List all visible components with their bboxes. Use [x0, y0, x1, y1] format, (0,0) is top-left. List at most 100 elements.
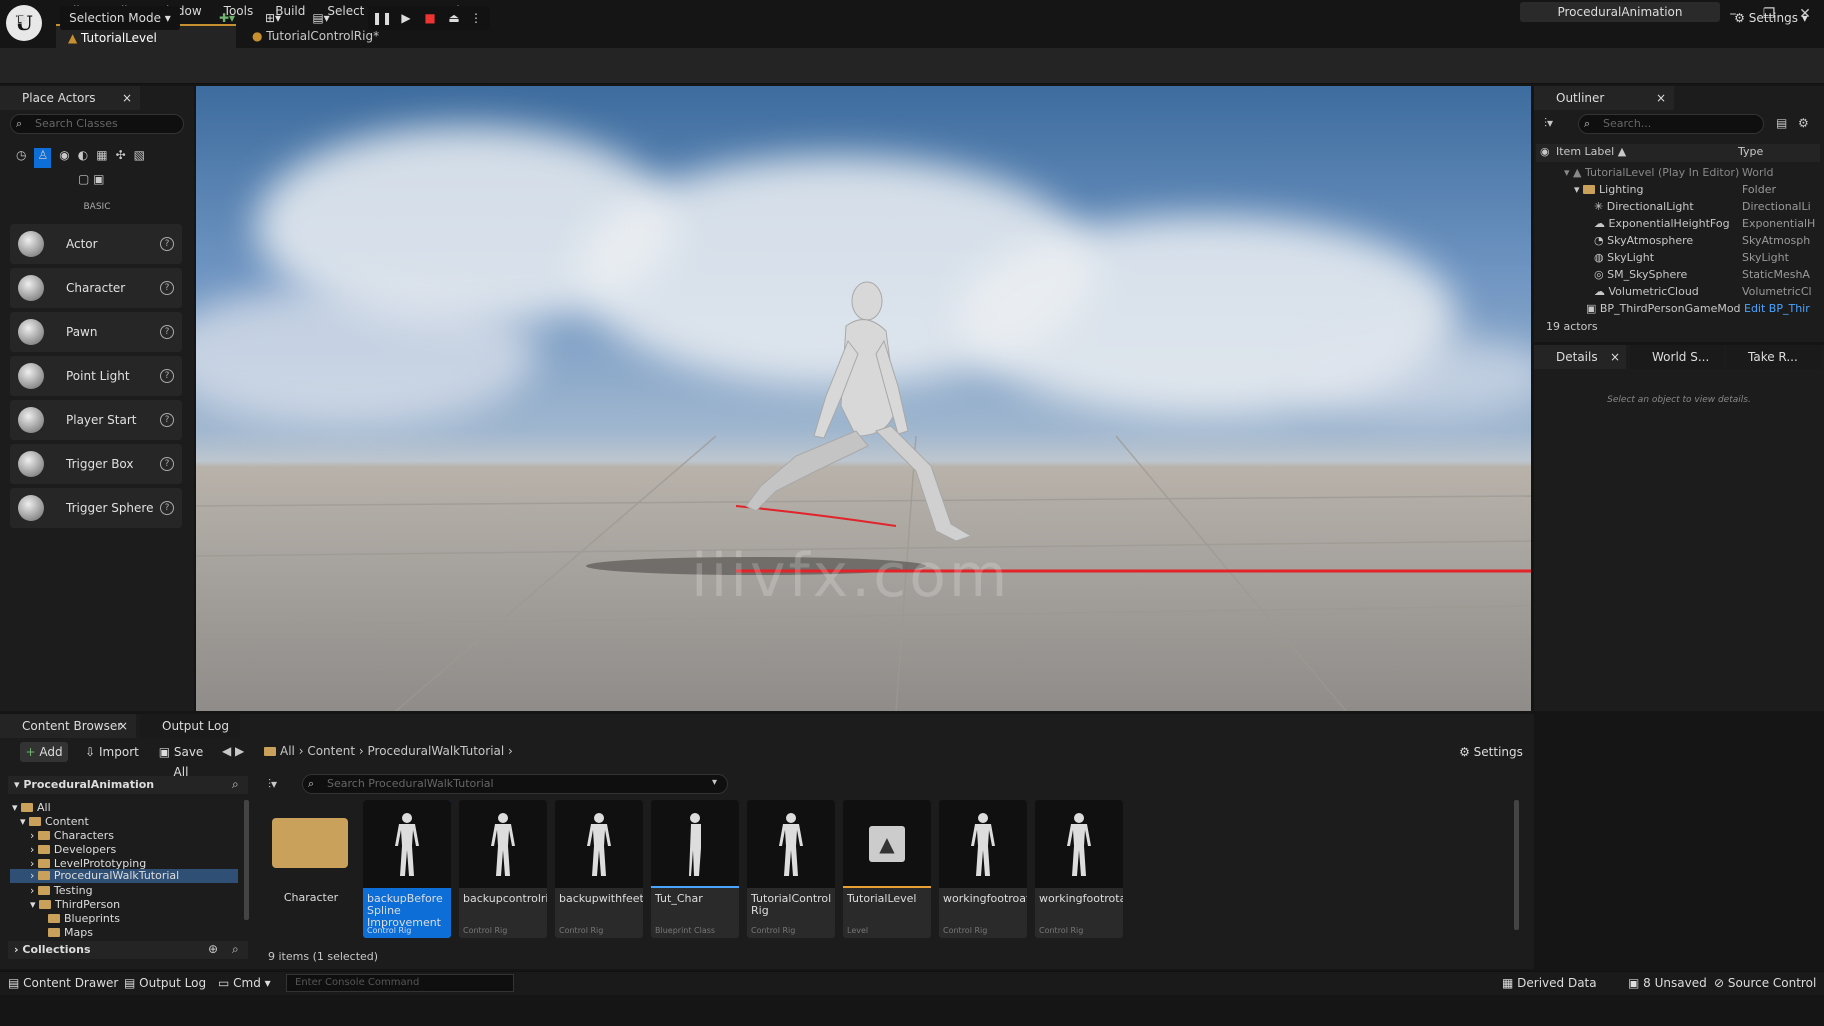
actor-item-character[interactable]: Character? — [10, 268, 182, 308]
close-icon[interactable]: × — [122, 86, 132, 110]
chevron-down-icon[interactable]: ▾ — [712, 777, 717, 788]
tree-item-characters[interactable]: › Characters — [30, 829, 114, 843]
toolbar-settings-button[interactable]: ⚙ Settings ▾ — [1730, 6, 1812, 30]
tree-scrollbar[interactable] — [244, 800, 249, 920]
details-tab[interactable]: Details × — [1534, 345, 1626, 369]
tree-item-developers[interactable]: › Developers — [30, 843, 116, 857]
add-collection-icon[interactable]: ⊕ — [208, 942, 218, 956]
tree-item-testing[interactable]: › Testing — [30, 884, 93, 898]
add-actor-icon[interactable]: ✚▾ — [210, 6, 244, 30]
step-icon[interactable]: ▶ — [396, 6, 416, 30]
search-icon[interactable]: ⌕ — [232, 777, 239, 792]
place-actors-tab[interactable]: Place Actors × — [0, 86, 140, 110]
search-icon[interactable]: ⌕ — [232, 942, 239, 957]
type-column[interactable]: Type — [1738, 145, 1763, 158]
close-icon[interactable]: × — [1656, 86, 1666, 110]
unsaved-button[interactable]: ▣ 8 Unsaved — [1628, 971, 1707, 995]
selection-mode-dropdown[interactable]: Selection Mode ▾ — [60, 6, 180, 30]
actor-item-pawn[interactable]: Pawn? — [10, 312, 182, 352]
help-icon[interactable]: ? — [160, 325, 174, 339]
asset-search-input[interactable]: Search ProceduralWalkTutorial — [302, 774, 728, 794]
basic-icon[interactable]: ♙ — [34, 148, 52, 168]
breadcrumb-content[interactable]: Content — [307, 744, 355, 758]
collections-toggle[interactable]: › Collections — [14, 943, 91, 956]
save-icon[interactable]: ▣ — [10, 6, 34, 30]
search-classes-input[interactable]: Search Classes — [10, 114, 184, 134]
shapes-icon[interactable]: ◐ — [78, 148, 88, 168]
add-button[interactable]: + Add — [20, 742, 68, 762]
outliner-tab[interactable]: Outliner × — [1534, 86, 1674, 110]
take-recorder-tab[interactable]: Take R... — [1726, 345, 1822, 369]
actor-item-point-light[interactable]: Point Light? — [10, 356, 182, 396]
item-label-column[interactable]: Item Label ▲ — [1556, 145, 1626, 158]
source-control-button[interactable]: ⊘ Source Control — [1714, 971, 1816, 995]
lights-icon[interactable]: ◉ — [59, 148, 69, 168]
asset-tile[interactable]: workingfootrotat... Control Rig — [1035, 800, 1123, 938]
tree-item-maps[interactable]: Maps — [48, 926, 93, 940]
tree-item-blueprints[interactable]: Blueprints — [48, 912, 120, 926]
cmd-dropdown[interactable]: ▭ Cmd ▾ — [218, 971, 271, 995]
breadcrumb-proceduralwalktutorial[interactable]: ProceduralWalkTutorial — [368, 744, 505, 758]
eject-icon[interactable]: ⏏ — [444, 6, 464, 30]
help-icon[interactable]: ? — [160, 369, 174, 383]
tree-item-thirdperson[interactable]: ▾ ThirdPerson — [30, 898, 120, 912]
blueprint-icon[interactable]: ⊞▾ — [256, 6, 290, 30]
derived-data-button[interactable]: ▦ Derived Data — [1502, 971, 1597, 995]
volumes-icon[interactable]: ▢ ▣ — [78, 172, 105, 186]
help-icon[interactable]: ? — [160, 413, 174, 427]
actor-item-player-start[interactable]: Player Start? — [10, 400, 182, 440]
visual-effects-icon[interactable]: ✣ — [116, 148, 126, 168]
help-icon[interactable]: ? — [160, 237, 174, 251]
asset-tile-selected[interactable]: backupBefore Spline Improvement Control R… — [363, 800, 451, 938]
actor-item-trigger-sphere[interactable]: Trigger Sphere? — [10, 488, 182, 528]
sources-root[interactable]: ▾ ProceduralAnimation — [14, 778, 154, 791]
stop-icon[interactable]: ■ — [420, 6, 440, 30]
outliner-row[interactable]: ◍ SkyLight SkyLight — [1594, 249, 1814, 266]
asset-tile[interactable]: ▲ TutorialLevel Level — [843, 800, 931, 938]
asset-tile[interactable]: workingfootroati... Control Rig — [939, 800, 1027, 938]
world-settings-tab[interactable]: World S... — [1630, 345, 1724, 369]
asset-tile[interactable]: Tut_Char Blueprint Class — [651, 800, 739, 938]
asset-scrollbar[interactable] — [1514, 800, 1519, 930]
outliner-row[interactable]: ▾ ▲ TutorialLevel (Play In Editor) World — [1564, 164, 1814, 181]
history-back-icon[interactable]: ◀ ▶ — [222, 744, 244, 758]
outliner-search-input[interactable]: Search... — [1578, 114, 1764, 134]
output-log-tab[interactable]: Output Log — [140, 714, 240, 738]
asset-tile[interactable]: backupwithfeetl... Control Rig — [555, 800, 643, 938]
pause-icon[interactable]: ❚❚ — [372, 6, 392, 30]
outliner-row[interactable]: ✳ DirectionalLight DirectionalLi — [1594, 198, 1814, 215]
cinematics-icon[interactable]: ▤▾ — [304, 6, 338, 30]
content-drawer-button[interactable]: ▤ Content Drawer — [8, 971, 118, 995]
geometry-icon[interactable]: ▧ — [134, 148, 145, 168]
console-command-input[interactable]: Enter Console Command — [286, 974, 514, 992]
outliner-row[interactable]: ▣ BP_ThirdPersonGameMod Edit BP_Thir — [1586, 300, 1814, 317]
recent-icon[interactable]: ◷ — [16, 148, 26, 168]
content-browser-tab[interactable]: Content Browser × — [0, 714, 136, 738]
actor-item-trigger-box[interactable]: Trigger Box? — [10, 444, 182, 484]
tree-item-content[interactable]: ▾ Content — [20, 815, 89, 829]
outliner-row[interactable]: ◎ SM_SkySphere StaticMeshA — [1594, 266, 1814, 283]
help-icon[interactable]: ? — [160, 501, 174, 515]
gear-icon[interactable]: ⚙ — [1798, 116, 1809, 130]
help-icon[interactable]: ? — [160, 457, 174, 471]
tree-item-all[interactable]: ▾ All — [12, 801, 51, 815]
breadcrumb-all[interactable]: All — [280, 744, 295, 758]
level-viewport[interactable]: iiivfx.com — [196, 86, 1531, 711]
row-type[interactable]: Edit BP_Thir — [1744, 300, 1810, 317]
asset-tile[interactable]: Character — [266, 800, 354, 938]
asset-tile[interactable]: backupcontrolrig Control Rig — [459, 800, 547, 938]
asset-tile[interactable]: TutorialControl Rig Control Rig — [747, 800, 835, 938]
content-settings-button[interactable]: ⚙ Settings — [1456, 742, 1526, 762]
tree-item-proceduralwalktutorial[interactable]: › ProceduralWalkTutorial — [10, 869, 238, 883]
cinematic-icon[interactable]: ▦ — [96, 148, 107, 168]
outliner-row[interactable]: ▾ Lighting Folder — [1574, 181, 1814, 198]
actor-item-actor[interactable]: Actor? — [10, 224, 182, 264]
outliner-row[interactable]: ☁ ExponentialHeightFog ExponentialH — [1594, 215, 1815, 232]
output-log-button[interactable]: ▤ Output Log — [124, 971, 206, 995]
more-options-icon[interactable]: ⋮ — [468, 6, 484, 30]
import-button[interactable]: ⇩ Import — [82, 742, 142, 762]
outliner-row[interactable]: ☁ VolumetricCloud VolumetricCl — [1594, 283, 1814, 300]
close-icon[interactable]: × — [118, 714, 128, 738]
save-all-button[interactable]: ▣ Save All — [150, 742, 212, 779]
filter-icon[interactable]: ⫶▾ — [268, 777, 277, 792]
